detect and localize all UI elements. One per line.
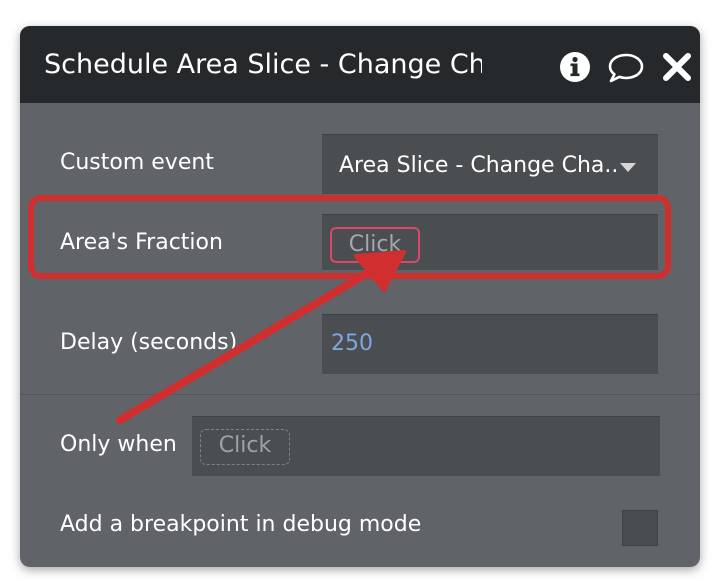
chevron-down-icon	[620, 163, 636, 172]
areas-fraction-click-placeholder[interactable]: Click	[330, 227, 420, 263]
delay-input[interactable]: 250	[322, 314, 658, 374]
close-icon[interactable]	[660, 50, 694, 84]
breakpoint-checkbox[interactable]	[622, 510, 658, 546]
schedule-event-dialog: Schedule Area Slice - Change Chart Custo…	[20, 26, 700, 567]
custom-event-dropdown[interactable]: Area Slice - Change Cha...	[322, 134, 658, 194]
only-when-click-placeholder[interactable]: Click	[200, 429, 290, 465]
breakpoint-label: Add a breakpoint in debug mode	[60, 512, 422, 537]
only-when-field[interactable]: Click	[192, 416, 660, 476]
areas-fraction-label: Area's Fraction	[60, 230, 223, 255]
delay-label: Delay (seconds)	[60, 330, 238, 355]
info-icon[interactable]	[558, 50, 592, 84]
only-when-label: Only when	[60, 432, 177, 457]
custom-event-value: Area Slice - Change Cha...	[339, 153, 619, 178]
dialog-header: Schedule Area Slice - Change Chart	[20, 26, 700, 103]
section-divider	[20, 394, 700, 395]
custom-event-label: Custom event	[60, 150, 214, 175]
areas-fraction-field[interactable]: Click	[322, 214, 658, 270]
delay-value: 250	[331, 331, 373, 356]
comment-icon[interactable]	[606, 50, 646, 84]
dialog-title: Schedule Area Slice - Change Chart	[44, 49, 482, 80]
